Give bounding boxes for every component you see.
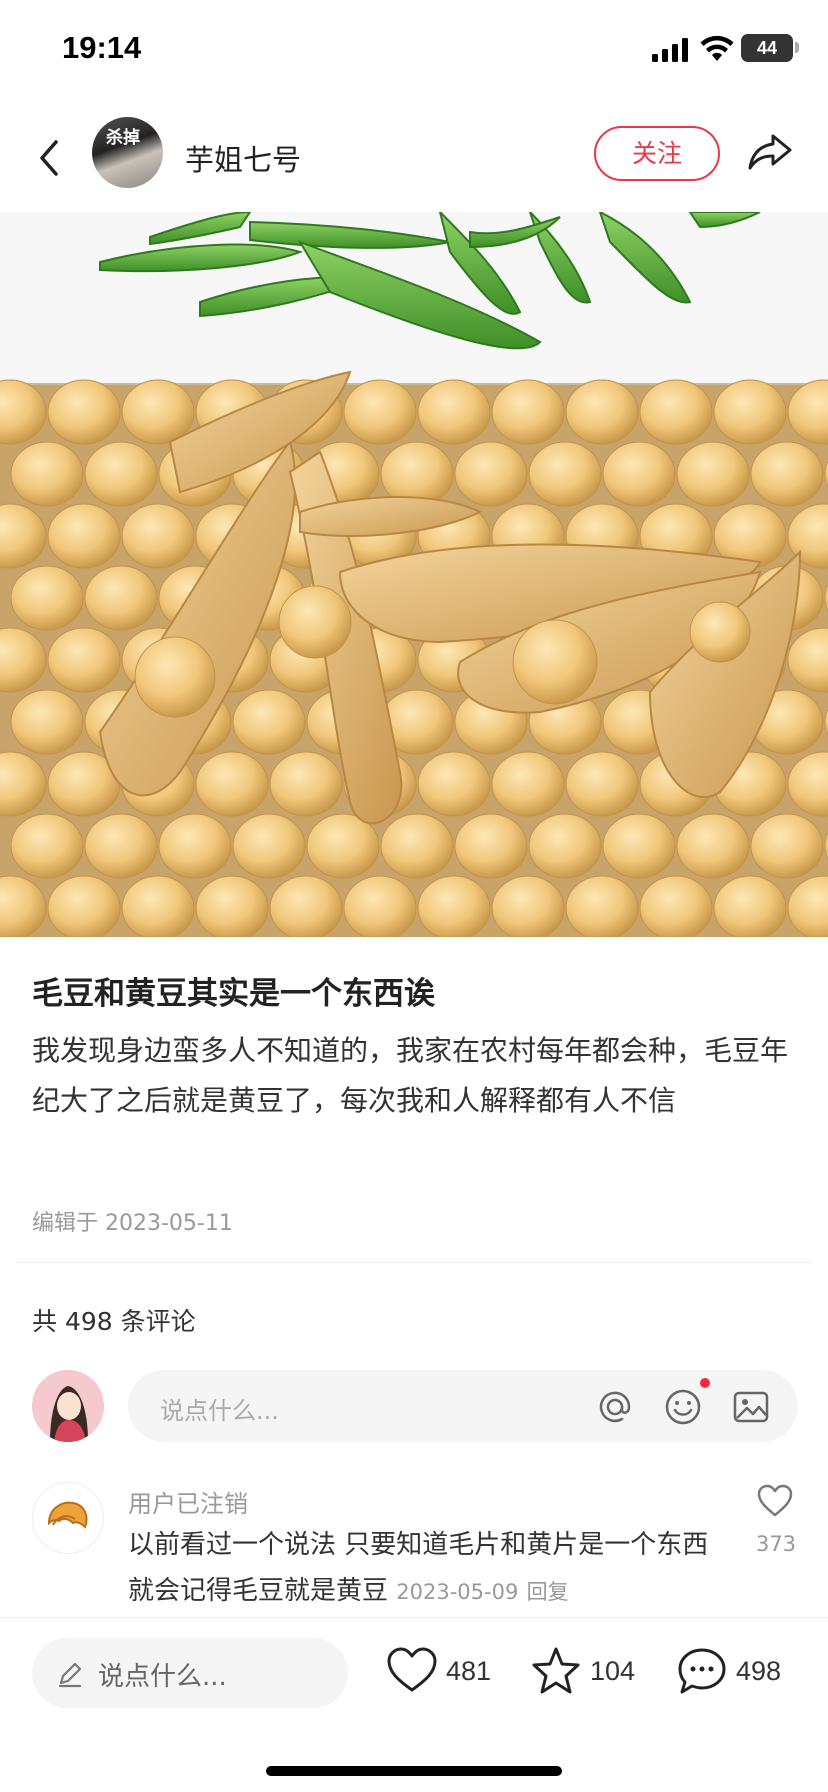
- soybean: [417, 751, 491, 817]
- soybean: [676, 441, 750, 507]
- soybean: [121, 503, 195, 569]
- divider: [16, 1262, 812, 1263]
- emoji-icon[interactable]: [664, 1388, 702, 1426]
- soybean: [47, 379, 121, 445]
- at-mention-icon[interactable]: [596, 1388, 634, 1426]
- soybean: [47, 875, 121, 937]
- status-time: 19:14: [62, 30, 142, 65]
- comment-total: 498: [736, 1656, 782, 1686]
- bottom-comment-input[interactable]: 说点什么...: [32, 1638, 348, 1708]
- comment-bubble-icon: [678, 1648, 726, 1694]
- soybean: [121, 875, 195, 937]
- soybean: [10, 689, 84, 755]
- share-icon[interactable]: [746, 128, 794, 176]
- soybean: [491, 379, 565, 445]
- soybean: [232, 813, 306, 879]
- soybean: [47, 503, 121, 569]
- comment-like-icon[interactable]: [757, 1484, 793, 1518]
- bottom-bar: 说点什么... 481 104 498: [0, 1617, 828, 1792]
- avatar-illustration: [32, 1370, 104, 1442]
- favorite-button[interactable]: 104: [530, 1646, 640, 1698]
- soybean: [380, 813, 454, 879]
- soybean: [195, 875, 269, 937]
- post-image[interactable]: [0, 212, 828, 937]
- soybean: [232, 689, 306, 755]
- post-title: 毛豆和黄豆其实是一个东西诶: [32, 976, 435, 1012]
- soybean: [343, 379, 417, 445]
- soybean: [639, 379, 713, 445]
- comment-date: 2023-05-09: [396, 1580, 519, 1604]
- soybean: [269, 751, 343, 817]
- home-indicator[interactable]: [266, 1766, 562, 1776]
- soybean: [528, 441, 602, 507]
- like-count: 481: [446, 1656, 492, 1686]
- soybean-photo: [0, 212, 828, 937]
- bottom-input-placeholder: 说点什么...: [98, 1662, 227, 1692]
- soybean: [195, 751, 269, 817]
- soybean: [713, 379, 787, 445]
- soybean: [47, 627, 121, 693]
- star-icon: [532, 1647, 580, 1694]
- soybean: [84, 441, 158, 507]
- pencil-icon: [58, 1662, 82, 1688]
- soybean: [343, 875, 417, 937]
- comment-reply-button[interactable]: 回复: [527, 1580, 569, 1604]
- signal-icon: [652, 38, 688, 62]
- soybean: [676, 813, 750, 879]
- follow-button[interactable]: 关注: [594, 126, 720, 181]
- image-icon[interactable]: [732, 1388, 770, 1426]
- comment-like-count: 373: [755, 1532, 797, 1556]
- soybean: [417, 379, 491, 445]
- wifi-icon: [700, 35, 734, 61]
- soybean: [454, 441, 528, 507]
- soybean: [528, 813, 602, 879]
- post-body: 我发现身边蛮多人不知道的，我家在农村每年都会种，毛豆年纪大了之后就是黄豆了，每次…: [32, 1034, 789, 1117]
- back-icon[interactable]: [30, 132, 70, 184]
- soybean: [602, 813, 676, 879]
- comment-text: 以前看过一个说法 只要知道毛片和黄片是一个东西 就会记得毛豆就是黄豆 2023-…: [128, 1522, 738, 1615]
- comment-count: 共 498 条评论: [32, 1307, 196, 1336]
- soybean: [491, 751, 565, 817]
- soybean: [565, 379, 639, 445]
- soybean: [602, 441, 676, 507]
- comment-input-placeholder: 说点什么...: [160, 1397, 279, 1425]
- soybean: [454, 813, 528, 879]
- like-button[interactable]: 481: [386, 1646, 496, 1698]
- author-avatar[interactable]: 杀掉: [92, 117, 163, 188]
- comment-button[interactable]: 498: [676, 1646, 796, 1698]
- soybean: [565, 875, 639, 937]
- soybean: [491, 875, 565, 937]
- soybean: [84, 565, 158, 631]
- soybean: [565, 751, 639, 817]
- comment-username[interactable]: 用户已注销: [128, 1484, 248, 1519]
- comment-input[interactable]: 说点什么...: [128, 1370, 798, 1442]
- soybean: [10, 441, 84, 507]
- heart-icon: [387, 1647, 437, 1692]
- battery-tip: [795, 42, 799, 53]
- soybean: [750, 813, 824, 879]
- soybean: [10, 565, 84, 631]
- avatar-label: 杀掉: [106, 128, 140, 148]
- soybean: [639, 875, 713, 937]
- soybean: [417, 875, 491, 937]
- edit-date: 编辑于 2023-05-11: [32, 1211, 233, 1236]
- soybean: [158, 813, 232, 879]
- my-avatar[interactable]: [32, 1370, 104, 1442]
- soybean: [750, 441, 824, 507]
- favorite-count: 104: [590, 1656, 636, 1686]
- author-name[interactable]: 芋姐七号: [185, 137, 301, 179]
- emoji-notification-dot: [700, 1378, 710, 1388]
- soybean: [269, 875, 343, 937]
- battery-icon: 44: [741, 34, 793, 62]
- status-bar: 19:14 44: [0, 0, 828, 100]
- croissant-icon: [47, 1501, 88, 1529]
- soybean: [84, 813, 158, 879]
- commenter-avatar[interactable]: [32, 1482, 104, 1554]
- post-header: 杀掉 芋姐七号 关注: [0, 110, 828, 210]
- soybean: [713, 875, 787, 937]
- soybean: [10, 813, 84, 879]
